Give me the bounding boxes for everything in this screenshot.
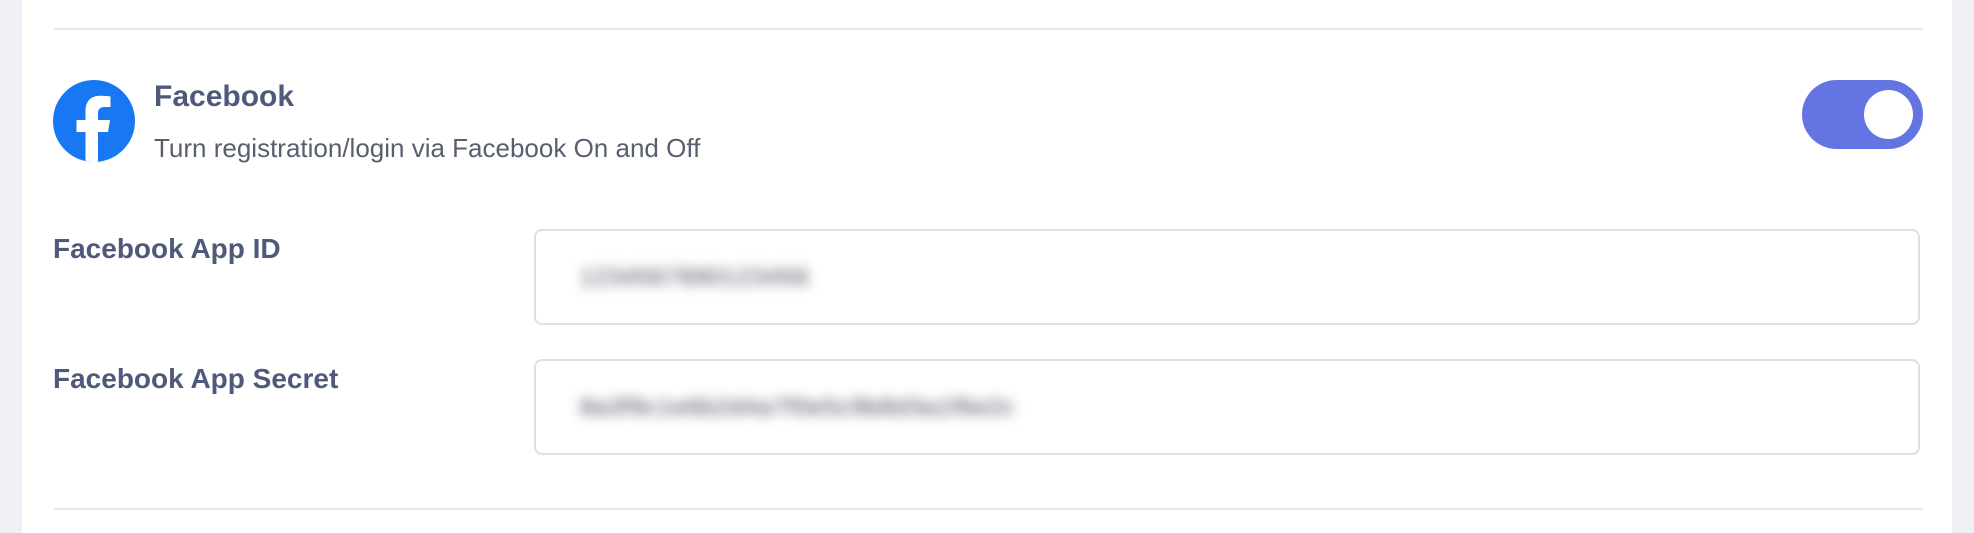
app-secret-value: 8a3f9c1e6b2d4a7f0e5c9b8d3a1f6e2c: [580, 394, 1016, 421]
bottom-divider: [54, 508, 1923, 510]
top-divider: [54, 28, 1923, 30]
app-secret-label: Facebook App Secret: [53, 363, 339, 394]
provider-title: Facebook: [154, 80, 295, 113]
provider-description: Turn registration/login via Facebook On …: [154, 133, 701, 163]
toggle-knob: [1864, 90, 1913, 139]
app-id-label: Facebook App ID: [53, 233, 281, 264]
facebook-login-toggle[interactable]: [1802, 80, 1923, 149]
settings-card: Facebook Turn registration/login via Fac…: [22, 0, 1952, 533]
app-secret-input[interactable]: 8a3f9c1e6b2d4a7f0e5c9b8d3a1f6e2c: [534, 359, 1920, 455]
facebook-icon: [53, 80, 135, 162]
app-id-value: 1234567890123456: [580, 264, 810, 291]
app-id-input[interactable]: 1234567890123456: [534, 229, 1920, 325]
